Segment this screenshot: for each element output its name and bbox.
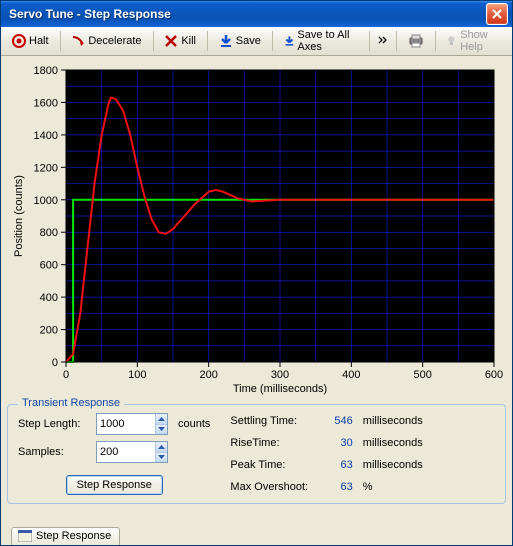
settling-unit: milliseconds: [363, 415, 497, 427]
rise-label: RiseTime:: [230, 437, 330, 449]
svg-text:1400: 1400: [33, 130, 57, 142]
tab-step-response[interactable]: Step Response: [11, 527, 120, 545]
triangle-up-icon: [158, 445, 165, 449]
kill-label: Kill: [181, 35, 196, 47]
transient-response-group: Transient Response Step Length: counts: [7, 404, 506, 504]
svg-text:200: 200: [39, 325, 57, 337]
halt-label: Halt: [29, 35, 49, 47]
spin-up[interactable]: [156, 442, 167, 453]
toolbar-separator: [60, 31, 61, 51]
step-length-input[interactable]: [97, 414, 155, 434]
show-help-button: Show Help: [439, 26, 508, 56]
transient-legend: Transient Response: [18, 397, 124, 409]
toolbar-separator: [153, 31, 154, 51]
settling-label: Settling Time:: [230, 415, 330, 427]
toolbar-separator: [369, 31, 370, 51]
step-length-spinner[interactable]: [96, 413, 168, 435]
peak-value: 63: [334, 459, 358, 471]
svg-text:1800: 1800: [33, 65, 57, 77]
svg-text:0: 0: [62, 369, 68, 381]
spin-down[interactable]: [156, 453, 167, 463]
svg-text:200: 200: [199, 369, 217, 381]
samples-row: Samples:: [18, 441, 210, 463]
transient-inputs: Step Length: counts Samples:: [18, 413, 210, 495]
decelerate-button[interactable]: Decelerate: [64, 31, 148, 51]
kill-button[interactable]: Kill: [157, 31, 203, 51]
svg-text:Time (milliseconds): Time (milliseconds): [232, 383, 326, 395]
overshoot-unit: %: [363, 481, 497, 493]
save-all-label: Save to All Axes: [297, 29, 358, 53]
tab-label: Step Response: [36, 530, 111, 542]
window-title: Servo Tune - Step Response: [9, 7, 486, 21]
svg-text:800: 800: [39, 227, 57, 239]
rise-unit: milliseconds: [363, 437, 497, 449]
svg-text:400: 400: [39, 292, 57, 304]
triangle-down-icon: [158, 427, 165, 431]
save-icon: [219, 34, 233, 48]
save-label: Save: [236, 35, 261, 47]
decelerate-label: Decelerate: [88, 35, 141, 47]
save-button[interactable]: Save: [212, 31, 268, 51]
svg-text:Position (counts): Position (counts): [13, 175, 25, 257]
transient-grid: Step Length: counts Samples:: [18, 413, 497, 495]
toolbar-separator: [396, 31, 397, 51]
svg-text:300: 300: [270, 369, 288, 381]
svg-text:1600: 1600: [33, 97, 57, 109]
title-bar: Servo Tune - Step Response: [1, 1, 512, 27]
spin-down[interactable]: [156, 425, 167, 435]
step-response-button[interactable]: Step Response: [66, 475, 163, 495]
svg-text:600: 600: [39, 260, 57, 272]
close-button[interactable]: [486, 3, 508, 25]
peak-unit: milliseconds: [363, 459, 497, 471]
print-button[interactable]: [401, 31, 431, 51]
svg-text:0: 0: [51, 357, 57, 369]
toolbar: Halt Decelerate Kill Save Save to All Ax…: [1, 27, 512, 56]
step-length-label: Step Length:: [18, 418, 90, 430]
bulb-icon: [446, 34, 457, 48]
chart-plot: 0 100 200 300 400 500 600 0 200 400 600 800 1000 1200…: [8, 60, 506, 398]
halt-icon: [12, 34, 26, 48]
toolbar-overflow[interactable]: [374, 36, 392, 46]
chart-area: 0 100 200 300 400 500 600 0 200 400 600 800 1000 1200…: [7, 60, 506, 398]
svg-text:1000: 1000: [33, 195, 57, 207]
save-all-icon: [284, 34, 295, 48]
toolbar-separator: [435, 31, 436, 51]
show-help-label: Show Help: [460, 29, 501, 53]
samples-spinner[interactable]: [96, 441, 168, 463]
halt-button[interactable]: Halt: [5, 31, 56, 51]
save-all-button[interactable]: Save to All Axes: [277, 26, 366, 56]
kill-icon: [164, 34, 178, 48]
tab-bar: Step Response: [7, 521, 506, 545]
rise-value: 30: [334, 437, 358, 449]
panel-icon: [18, 530, 32, 542]
svg-text:600: 600: [484, 369, 502, 381]
samples-input[interactable]: [97, 442, 155, 462]
step-length-row: Step Length: counts: [18, 413, 210, 435]
chevron-right-icon: [378, 36, 388, 44]
svg-text:100: 100: [128, 369, 146, 381]
svg-text:400: 400: [342, 369, 360, 381]
svg-text:1200: 1200: [33, 162, 57, 174]
toolbar-separator: [207, 31, 208, 51]
step-button-row: Step Response: [18, 475, 210, 495]
decelerate-icon: [71, 34, 85, 48]
overshoot-value: 63: [334, 481, 358, 493]
transient-readouts: Settling Time: 546 milliseconds RiseTime…: [230, 413, 497, 495]
triangle-down-icon: [158, 455, 165, 459]
app-window: Servo Tune - Step Response Halt Decelera…: [0, 0, 513, 546]
close-icon: [492, 9, 502, 19]
spin-up[interactable]: [156, 414, 167, 425]
toolbar-separator: [272, 31, 273, 51]
svg-text:500: 500: [413, 369, 431, 381]
overshoot-label: Max Overshoot:: [230, 481, 330, 493]
client-area: 0 100 200 300 400 500 600 0 200 400 600 800 1000 1200…: [1, 56, 512, 545]
settling-value: 546: [334, 415, 358, 427]
triangle-up-icon: [158, 417, 165, 421]
peak-label: Peak Time:: [230, 459, 330, 471]
step-length-unit: counts: [178, 418, 210, 430]
samples-label: Samples:: [18, 446, 90, 458]
print-icon: [408, 34, 424, 48]
